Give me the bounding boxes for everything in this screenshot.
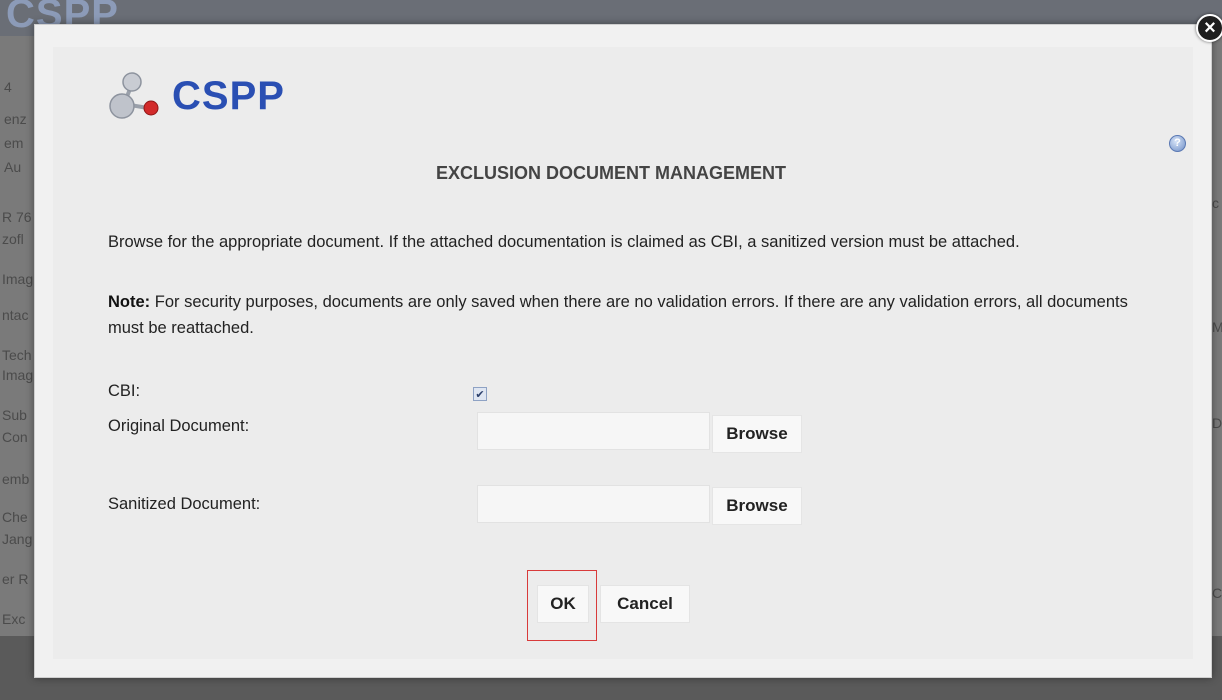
bg-text-fragment: ntac <box>2 307 29 323</box>
original-document-file-input[interactable] <box>477 412 710 450</box>
bg-text-fragment: Sub <box>2 407 27 423</box>
bg-text-fragment: em <box>4 135 24 151</box>
sanitized-document-file-input[interactable] <box>477 485 710 523</box>
bg-text-fragment: emb <box>2 471 30 487</box>
cancel-button[interactable]: Cancel <box>600 585 690 623</box>
cspp-logo: CSPP <box>104 68 285 124</box>
original-browse-button[interactable]: Browse <box>712 415 802 453</box>
dialog-content-panel <box>53 47 1193 659</box>
cbi-checkbox[interactable]: ✔ <box>473 387 487 401</box>
ok-button[interactable]: OK <box>537 585 589 623</box>
bg-text-fragment: er R <box>2 571 29 587</box>
bg-text-fragment: Jang <box>2 531 33 547</box>
bg-text-fragment: Exc <box>2 611 26 627</box>
help-icon[interactable]: ? <box>1169 135 1186 152</box>
bg-text-fragment: c <box>1212 195 1219 211</box>
bg-text-fragment: Tech <box>2 347 32 363</box>
bg-text-fragment: D <box>1212 415 1222 431</box>
note-paragraph: Note: For security purposes, documents a… <box>108 289 1128 341</box>
bg-text-fragment: C <box>1212 585 1222 601</box>
bg-text-fragment: 4 <box>4 79 12 95</box>
bg-text-fragment: R 76 <box>2 209 32 225</box>
sanitized-browse-button[interactable]: Browse <box>712 487 802 525</box>
original-document-label: Original Document: <box>108 417 250 435</box>
cspp-logo-text: CSPP <box>172 73 285 118</box>
bg-text-fragment: Imag <box>2 271 34 287</box>
bg-text-fragment: enz <box>4 111 27 127</box>
bg-text-fragment: Che <box>2 509 28 525</box>
close-icon[interactable]: × <box>1196 14 1222 42</box>
bg-text-fragment: M <box>1212 319 1222 335</box>
bg-text-fragment: Con <box>2 429 28 445</box>
molecule-icon <box>109 72 159 119</box>
bg-text-fragment: zofl <box>2 231 24 247</box>
note-label: Note: <box>108 293 151 311</box>
dialog-title: EXCLUSION DOCUMENT MANAGEMENT <box>436 163 786 183</box>
note-text: For security purposes, documents are onl… <box>108 293 1128 337</box>
instructions-text: Browse for the appropriate document. If … <box>108 233 1020 251</box>
sanitized-document-label: Sanitized Document: <box>108 495 261 513</box>
bg-text-fragment: Imag <box>2 367 34 383</box>
cbi-label: CBI: <box>108 382 141 400</box>
